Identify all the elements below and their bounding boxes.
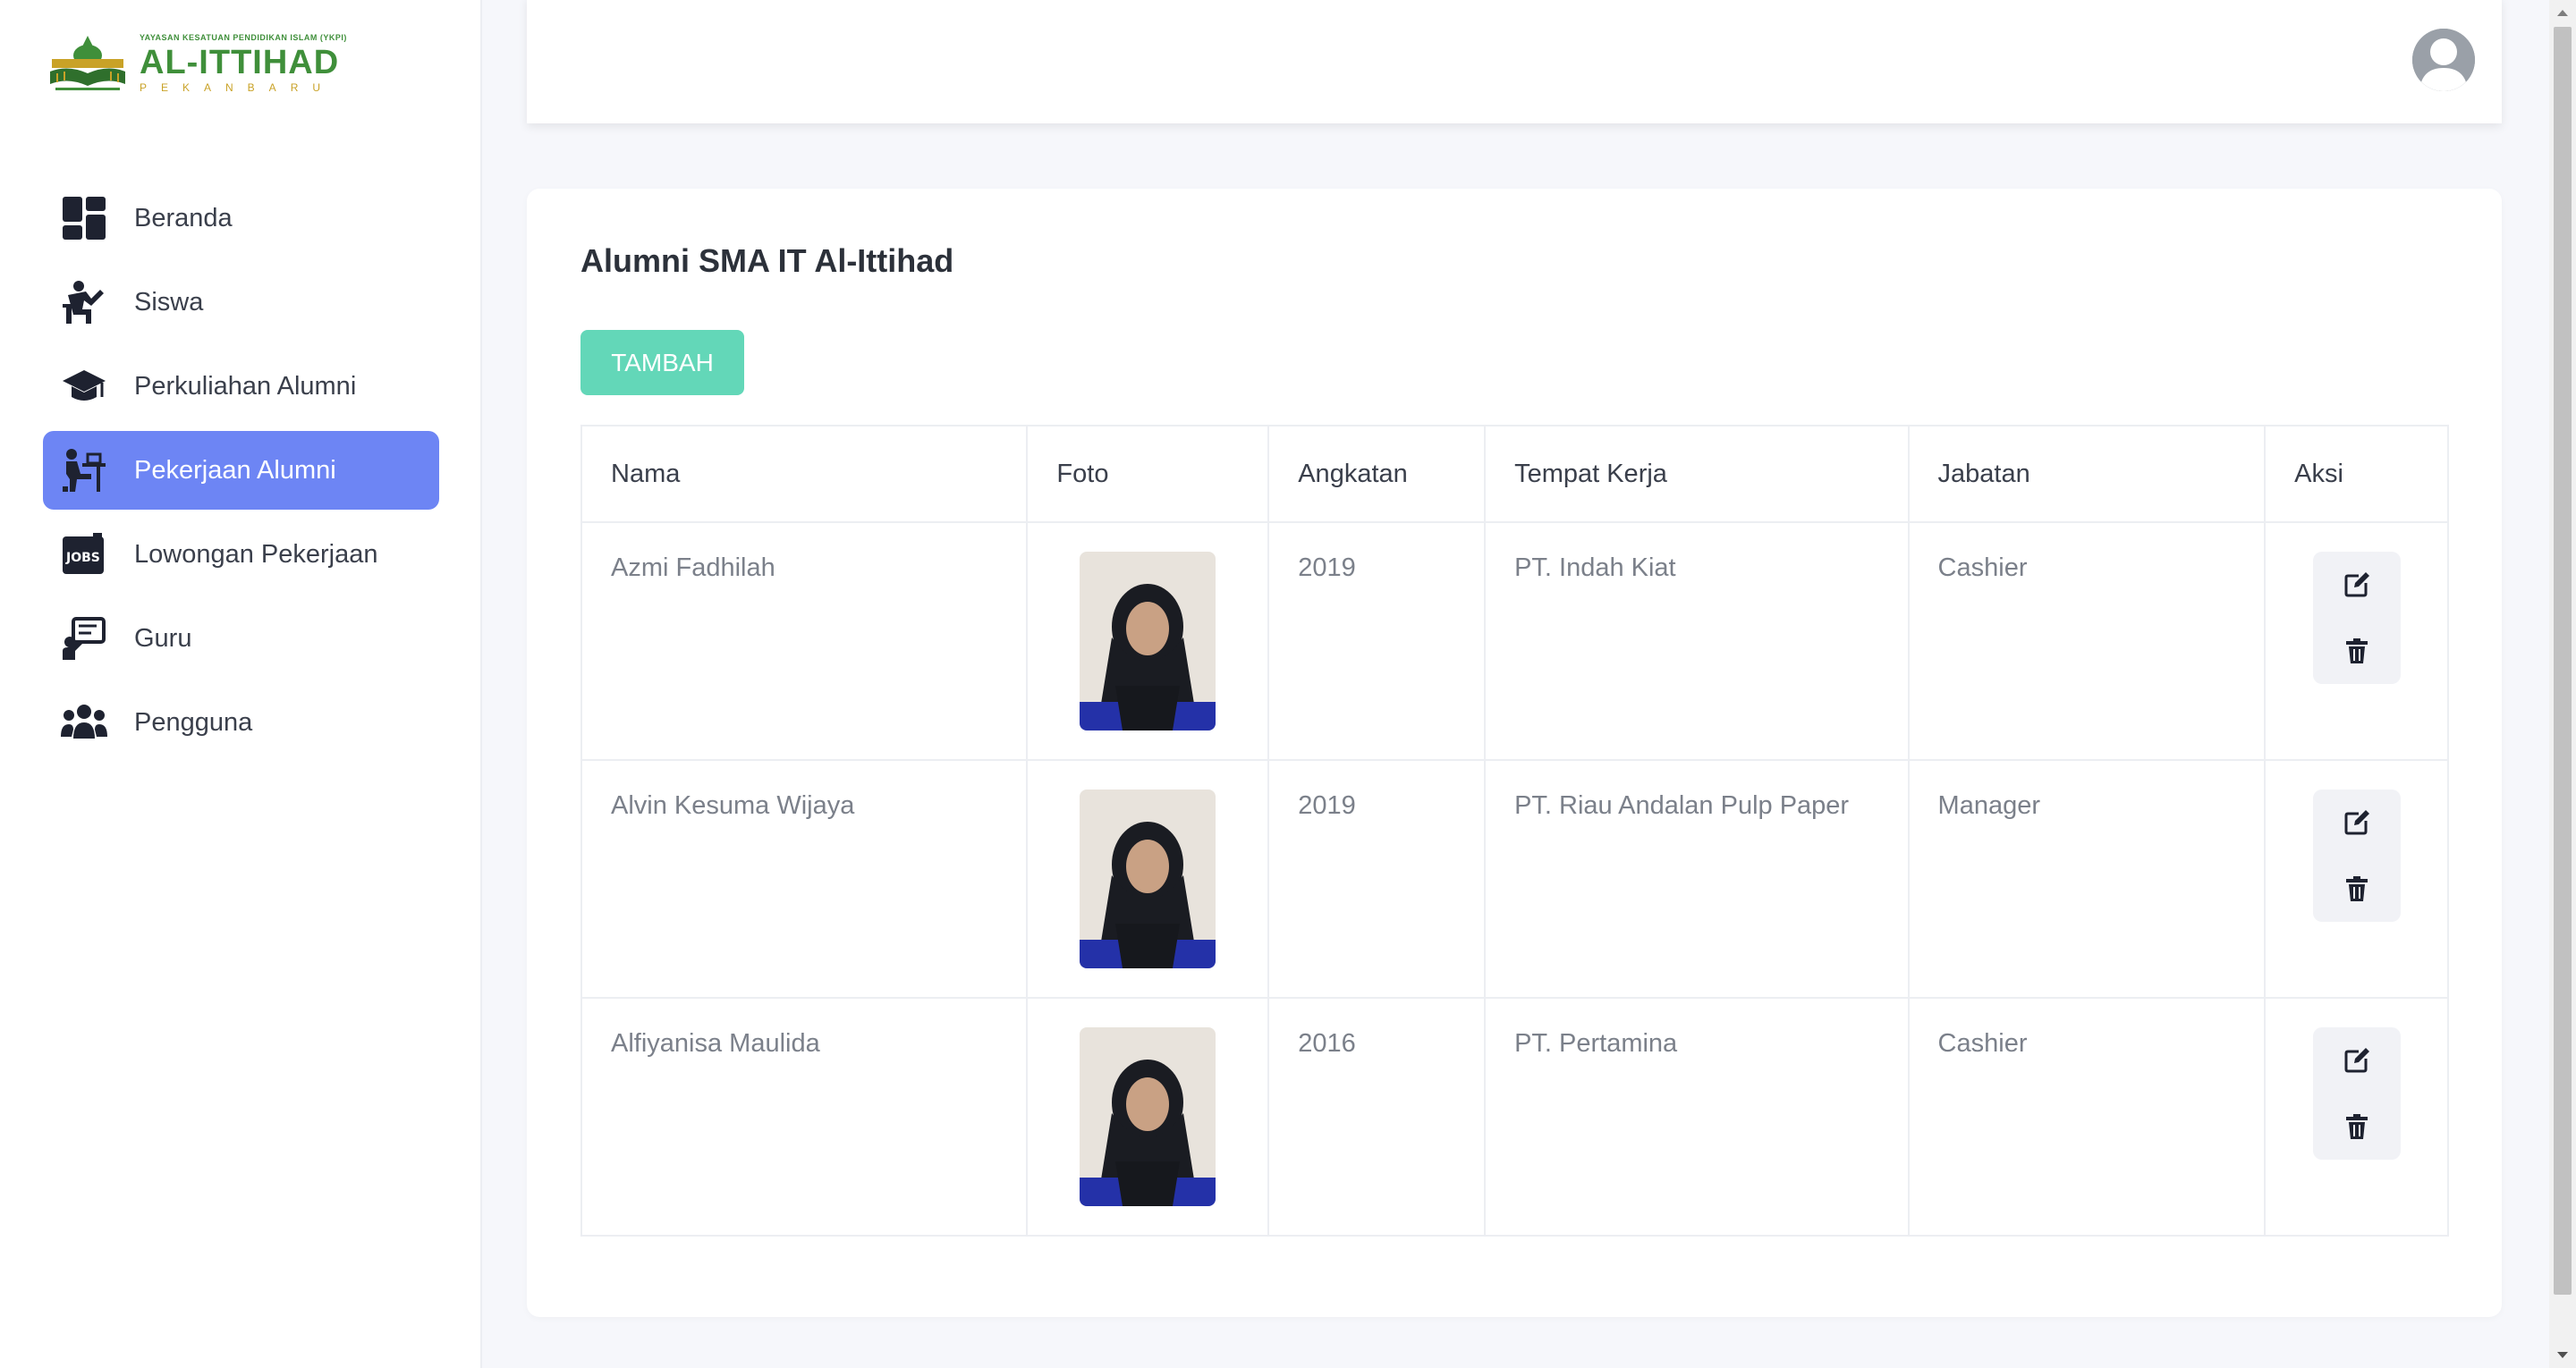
worker-desk-icon [59,445,109,495]
jobs-icon: JOBS [59,529,109,579]
sidebar-item-guru[interactable]: Guru [43,599,439,678]
alumni-table: Nama Foto Angkatan Tempat Kerja Jabatan … [580,425,2449,1237]
sidebar-item-beranda[interactable]: Beranda [43,179,439,258]
edit-icon [2344,1048,2369,1073]
scroll-up-arrow-icon[interactable] [2549,0,2576,25]
sidebar: YAYASAN KESATUAN PENDIDIKAN ISLAM (YKPI)… [0,0,482,1368]
scrollbar-thumb[interactable] [2554,27,2572,1295]
cell-foto [1026,759,1270,999]
sidebar-nav: Beranda Siswa Perkuliahan Alumni Pekerja… [43,179,439,767]
sidebar-item-label: Pekerjaan Alumni [134,455,336,485]
table-row: Azmi Fadhilah 2019 PT. Indah Kiat Cashie… [580,521,2449,761]
cell-jabatan: Manager [1907,759,2267,999]
trash-icon [2345,638,2368,663]
cell-aksi [2264,521,2449,761]
delete-button[interactable] [2313,856,2401,922]
cell-angkatan: 2016 [1267,997,1487,1237]
table-row: Alfiyanisa Maulida 2016 PT. Pertamina Ca… [580,997,2449,1237]
trash-icon [2345,876,2368,901]
cell-foto [1026,521,1270,761]
action-group [2312,552,2401,684]
column-header-nama: Nama [580,425,1029,523]
alumni-photo[interactable] [1080,552,1216,730]
brand-foundation-text: YAYASAN KESATUAN PENDIDIKAN ISLAM (YKPI) [140,33,347,42]
action-group [2312,1027,2401,1160]
sidebar-item-perkuliahan-alumni[interactable]: Perkuliahan Alumni [43,347,439,426]
vertical-scrollbar[interactable] [2549,0,2576,1368]
edit-button[interactable] [2313,552,2401,618]
action-group [2312,790,2401,922]
column-header-tempat-kerja: Tempat Kerja [1484,425,1910,523]
cell-nama: Alvin Kesuma Wijaya [580,759,1029,999]
sidebar-item-label: Siswa [134,287,204,317]
table-row: Alvin Kesuma Wijaya 2019 PT. Riau Andala… [580,759,2449,999]
graduation-cap-icon [59,361,109,411]
cell-tempat-kerja: PT. Pertamina [1484,997,1910,1237]
column-header-aksi: Aksi [2264,425,2449,523]
cell-nama: Azmi Fadhilah [580,521,1029,761]
user-avatar-icon[interactable] [2412,29,2475,91]
mosque-book-emblem-icon [50,36,125,90]
trash-icon [2345,1114,2368,1139]
sidebar-item-label: Guru [134,623,192,653]
alumni-photo[interactable] [1080,790,1216,968]
sidebar-item-label: Beranda [134,203,233,232]
cell-angkatan: 2019 [1267,521,1487,761]
edit-icon [2344,572,2369,597]
alumni-card: Alumni SMA IT Al-Ittihad TAMBAH Nama Fot… [527,189,2502,1317]
sidebar-item-siswa[interactable]: Siswa [43,263,439,342]
alumni-photo[interactable] [1080,1027,1216,1206]
table-header-row: Nama Foto Angkatan Tempat Kerja Jabatan … [580,425,2449,523]
dashboard-icon [59,193,109,243]
cell-tempat-kerja: PT. Indah Kiat [1484,521,1910,761]
sidebar-item-label: Lowongan Pekerjaan [134,539,378,569]
column-header-angkatan: Angkatan [1267,425,1487,523]
cell-tempat-kerja: PT. Riau Andalan Pulp Paper [1484,759,1910,999]
scroll-down-arrow-icon[interactable] [2549,1343,2576,1368]
sidebar-item-pekerjaan-alumni[interactable]: Pekerjaan Alumni [43,431,439,510]
sidebar-item-pengguna[interactable]: Pengguna [43,683,439,762]
users-group-icon [59,697,109,747]
brand-name: AL-ITTIHAD [140,44,340,81]
logo[interactable]: YAYASAN KESATUAN PENDIDIKAN ISLAM (YKPI)… [48,32,352,95]
cell-nama: Alfiyanisa Maulida [580,997,1029,1237]
svg-text:JOBS: JOBS [65,551,100,565]
teacher-board-icon [59,613,109,663]
sidebar-item-label: Pengguna [134,707,253,737]
student-desk-icon [59,277,109,327]
brand-city: PEKANBARU [140,81,335,94]
cell-aksi [2264,997,2449,1237]
cell-foto [1026,997,1270,1237]
column-header-jabatan: Jabatan [1907,425,2267,523]
cell-aksi [2264,759,2449,999]
edit-icon [2344,810,2369,835]
edit-button[interactable] [2313,790,2401,856]
sidebar-item-lowongan-pekerjaan[interactable]: JOBS Lowongan Pekerjaan [43,515,439,594]
delete-button[interactable] [2313,1094,2401,1160]
edit-button[interactable] [2313,1027,2401,1094]
column-header-foto: Foto [1026,425,1270,523]
cell-angkatan: 2019 [1267,759,1487,999]
add-button[interactable]: TAMBAH [580,330,744,395]
top-bar [527,0,2502,123]
sidebar-item-label: Perkuliahan Alumni [134,371,357,401]
cell-jabatan: Cashier [1907,521,2267,761]
delete-button[interactable] [2313,618,2401,684]
cell-jabatan: Cashier [1907,997,2267,1237]
page-title: Alumni SMA IT Al-Ittihad [580,242,954,279]
